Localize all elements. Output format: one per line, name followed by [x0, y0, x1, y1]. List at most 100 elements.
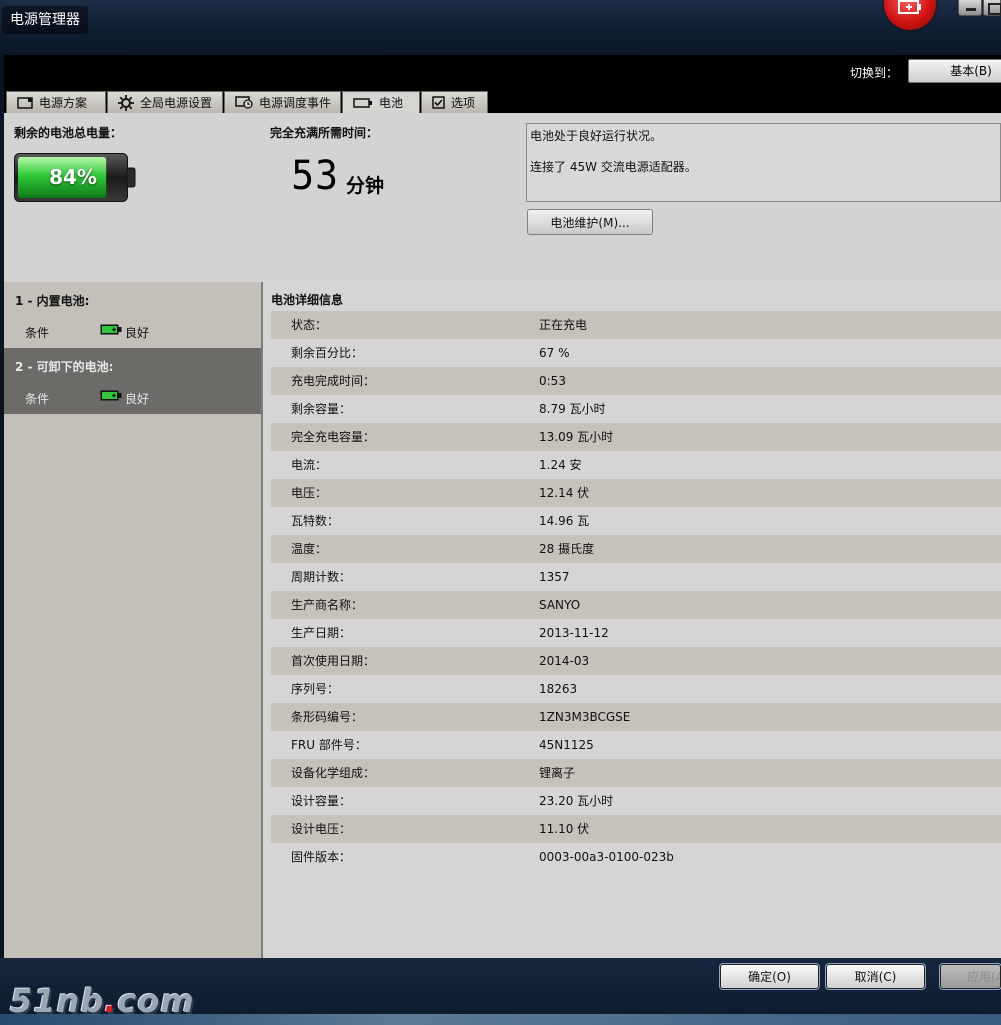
tab-scheduled-events[interactable]: 电源调度事件 — [224, 91, 341, 113]
detail-key: 序列号： — [291, 682, 340, 696]
details-table: 状态： 正在充电剩余百分比： 67 % 充电完成时间： 0:53 剩余容量： 8.79 瓦小… — [271, 311, 1001, 871]
cancel-button[interactable]: 取消(C) — [825, 963, 926, 990]
table-row: 设备化学组成： 锂离子 — [271, 759, 1001, 787]
detail-key: 完全充电容量： — [291, 430, 376, 444]
tab-power-plans[interactable]: 电源方案 — [6, 91, 106, 113]
detail-key: 首次使用日期： — [291, 654, 376, 668]
remaining-charge-label: 剩余的电池总电量： — [14, 126, 123, 140]
detail-value: 0:53 — [539, 374, 566, 388]
taskbar-edge — [0, 1014, 1001, 1025]
title-bar: 电源管理器 — [0, 0, 1001, 55]
table-row: 首次使用日期： 2014-03 — [271, 647, 1001, 675]
detail-key: 设计电压： — [291, 822, 352, 836]
table-row: 条形码编号： 1ZN3M3BCGSE — [271, 703, 1001, 731]
detail-value: 28 摄氏度 — [539, 542, 595, 556]
window-title: 电源管理器 — [2, 6, 88, 34]
minimize-button[interactable] — [958, 0, 982, 16]
table-row: 设计容量： 23.20 瓦小时 — [271, 787, 1001, 815]
table-row: 固件版本： 0003-00a3-0100-023b — [271, 843, 1001, 871]
details-title: 电池详细信息 — [271, 293, 344, 307]
detail-key: 固件版本： — [291, 850, 352, 864]
detail-key: 周期计数： — [291, 570, 352, 584]
table-row: 序列号： 18263 — [271, 675, 1001, 703]
detail-key: 设备化学组成： — [291, 766, 376, 780]
detail-value: 正在充电 — [539, 318, 588, 332]
detail-value: 1ZN3M3BCGSE — [539, 710, 631, 724]
detail-value: 1357 — [539, 570, 570, 584]
tab-label: 电源方案 — [39, 95, 88, 110]
detail-key: 生产商名称： — [291, 598, 364, 612]
detail-key: 生产日期： — [291, 626, 352, 640]
table-row: 完全充电容量： 13.09 瓦小时 — [271, 423, 1001, 451]
apply-button[interactable]: 应用(A) — [939, 963, 1001, 990]
detail-key: 瓦特数： — [291, 514, 340, 528]
battery-maintenance-button[interactable]: 电池维护(M)... — [527, 209, 653, 235]
table-row: 电压： 12.14 伏 — [271, 479, 1001, 507]
toolbar: 切换到： 基本(B) 电源方案 全局电源设置 电源调度事件 电池 选项 — [4, 55, 1001, 114]
detail-value: 1.24 安 — [539, 458, 582, 472]
table-row: 状态： 正在充电 — [271, 311, 1001, 339]
table-row: FRU 部件号： 45N1125 — [271, 731, 1001, 759]
time-to-full-label: 完全充满所需时间： — [270, 126, 379, 140]
gear-icon — [118, 94, 134, 111]
detail-key: 状态： — [291, 318, 328, 332]
maximize-button[interactable] — [983, 0, 1001, 16]
monitor-icon — [17, 96, 33, 109]
tab-global-settings[interactable]: 全局电源设置 — [107, 91, 223, 113]
table-row: 温度： 28 摄氏度 — [271, 535, 1001, 563]
detail-key: 剩余百分比： — [291, 346, 364, 360]
detail-key: 设计容量： — [291, 794, 352, 808]
detail-key: 电流： — [291, 458, 328, 472]
ok-button[interactable]: 确定(O) — [719, 963, 820, 990]
detail-value: 45N1125 — [539, 738, 594, 752]
minutes-to-full-value: 53 — [291, 153, 339, 199]
detail-key: 温度： — [291, 542, 328, 556]
checkbox-icon — [432, 96, 445, 109]
detail-value: 67 % — [539, 346, 570, 360]
detail-value: 8.79 瓦小时 — [539, 402, 606, 416]
table-row: 剩余容量： 8.79 瓦小时 — [271, 395, 1001, 423]
table-row: 剩余百分比： 67 % — [271, 339, 1001, 367]
battery-icon — [353, 98, 372, 108]
battery-good-icon — [100, 324, 122, 335]
tab-label: 电池 — [379, 96, 404, 110]
table-row: 周期计数： 1357 — [271, 563, 1001, 591]
battery-list-item-removable[interactable]: 2 - 可卸下的电池: 条件 良好 — [4, 348, 261, 414]
scheduled-event-icon — [235, 96, 253, 109]
detail-value: 14.96 瓦 — [539, 514, 590, 528]
detail-value: 0003-00a3-0100-023b — [539, 850, 674, 864]
condition-value: 良好 — [125, 326, 150, 340]
switch-label: 切换到： — [850, 66, 899, 80]
detail-key: 剩余容量： — [291, 402, 352, 416]
status-adapter-text: 连接了 45W 交流电源适配器。 — [530, 160, 697, 174]
tab-label: 全局电源设置 — [140, 95, 213, 110]
condition-label: 条件 — [25, 392, 50, 406]
tab-options[interactable]: 选项 — [421, 91, 488, 113]
detail-value: 18263 — [539, 682, 578, 696]
detail-key: FRU 部件号： — [291, 738, 367, 752]
table-row: 充电完成时间： 0:53 — [271, 367, 1001, 395]
power-manager-logo-icon — [884, 0, 936, 30]
table-row: 生产商名称： SANYO — [271, 591, 1001, 619]
battery-status-box: 电池处于良好运行状况。 连接了 45W 交流电源适配器。 — [526, 123, 1001, 202]
detail-value: SANYO — [539, 598, 581, 612]
battery-name: 1 - 内置电池: — [15, 294, 90, 308]
battery-percent-text: 84% — [49, 165, 97, 189]
detail-value: 23.20 瓦小时 — [539, 794, 614, 808]
condition-label: 条件 — [25, 326, 50, 340]
battery-summary-panel: 剩余的电池总电量： 84% 完全充满所需时间： 53 分钟 电池处于良好运行状况… — [4, 113, 1001, 282]
battery-list: 1 - 内置电池: 条件 良好 2 - 可卸下的电池: 条件 良好 — [4, 282, 261, 958]
table-row: 设计电压： 11.10 伏 — [271, 815, 1001, 843]
switch-basic-button[interactable]: 基本(B) — [908, 59, 1001, 83]
tab-label: 电源调度事件 — [259, 95, 332, 110]
detail-key: 电压： — [291, 486, 328, 500]
detail-value: 2013-11-12 — [539, 626, 609, 640]
minutes-unit: 分钟 — [346, 175, 385, 197]
tab-battery[interactable]: 电池 — [342, 91, 420, 114]
dialog-button-bar: 51nb.com 确定(O) 取消(C) 应用(A) — [0, 958, 1001, 1025]
detail-value: 锂离子 — [539, 766, 576, 780]
table-row: 瓦特数： 14.96 瓦 — [271, 507, 1001, 535]
battery-name: 2 - 可卸下的电池: — [15, 360, 114, 374]
detail-key: 条形码编号： — [291, 710, 364, 724]
battery-list-item-internal[interactable]: 1 - 内置电池: 条件 良好 — [4, 282, 261, 348]
